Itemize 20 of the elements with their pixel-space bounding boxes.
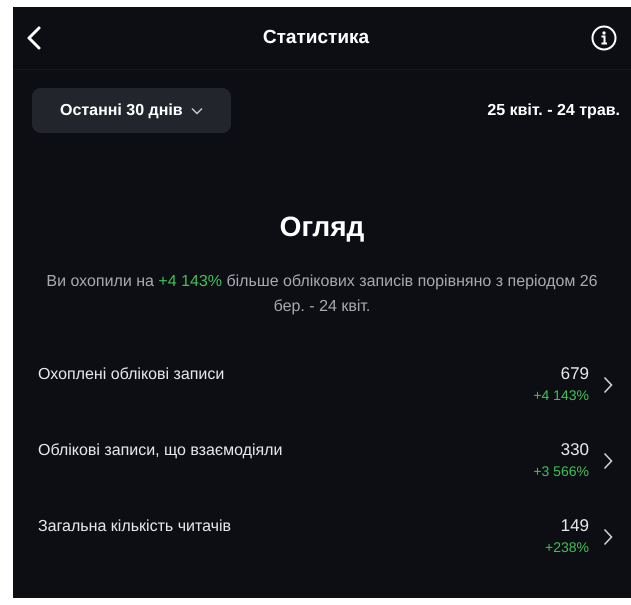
screen-title: Статистика bbox=[262, 27, 370, 49]
info-icon[interactable] bbox=[591, 25, 617, 51]
metric-label[interactable]: Загальна кількість читачів bbox=[38, 516, 546, 536]
caret-icon bbox=[190, 106, 203, 114]
metric-label[interactable]: Облікові записи, що взаємодіяли bbox=[38, 440, 534, 460]
chevron-icon[interactable] bbox=[603, 376, 613, 394]
chevron-icon[interactable] bbox=[603, 528, 613, 546]
summary-text: Ви охопили на +4 143% більше облікових записів порівняно з періодом 26 бер. - 24 квіт. bbox=[45, 272, 599, 317]
date-range: 25 квіт. - 24 трав. bbox=[487, 102, 620, 120]
metric-value: 149 bbox=[560, 516, 589, 536]
metric-label[interactable]: Охоплені облікові записи bbox=[38, 364, 534, 384]
metric-change: +4 143% bbox=[533, 387, 589, 403]
chevron-icon[interactable] bbox=[603, 452, 613, 470]
back-icon[interactable] bbox=[27, 26, 41, 50]
section-title: Огляд bbox=[278, 211, 366, 243]
period-dropdown[interactable]: Останні 30 днів bbox=[32, 88, 231, 133]
metric-value: 679 bbox=[560, 364, 589, 384]
metric-change: +3 566% bbox=[533, 463, 589, 479]
metric-value: 330 bbox=[560, 440, 589, 460]
metric-change: +238% bbox=[545, 539, 589, 555]
